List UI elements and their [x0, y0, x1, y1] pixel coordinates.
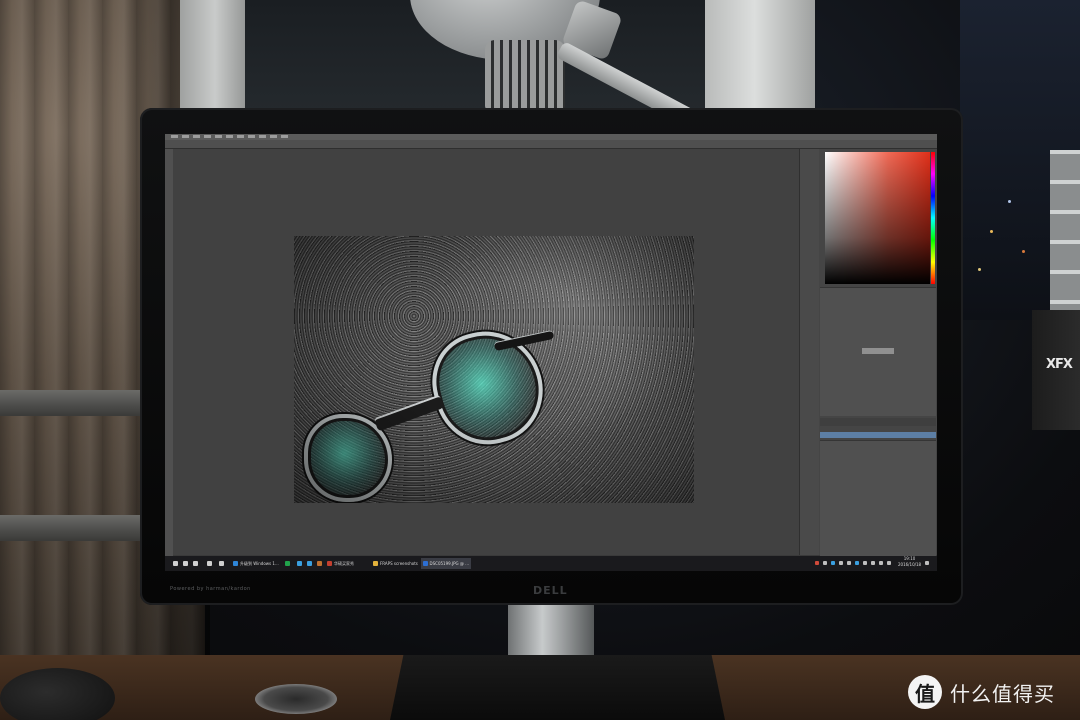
taskbar-app-icon: [423, 561, 428, 566]
city-light: [1008, 200, 1011, 203]
desk-lamp-vent: [485, 40, 565, 110]
layers-panel-tabs[interactable]: [820, 418, 936, 426]
photoshop-options-bar: [165, 140, 937, 149]
taskbar-app-icon: [307, 561, 312, 566]
taskbar-app-icon: [183, 561, 188, 566]
monitor-logo: DELL: [533, 584, 568, 597]
taskbar-app-icon: [285, 561, 290, 566]
tray-volume-icon[interactable]: [887, 561, 891, 565]
photoshop-collapsed-panels[interactable]: [799, 149, 820, 555]
notification-center-icon[interactable]: [925, 561, 929, 565]
city-light: [990, 230, 993, 233]
taskbar-item-label: 升级到 Windows 1...: [240, 560, 279, 566]
taskbar-item[interactable]: [283, 558, 293, 569]
watermark-logo-icon: 值: [908, 675, 942, 709]
document-photo: [294, 236, 694, 503]
taskbar-item[interactable]: [315, 558, 325, 569]
taskbar-item[interactable]: [191, 558, 201, 569]
taskbar-app-icon: [317, 561, 322, 566]
photoshop-menu-items: [171, 135, 291, 138]
tray-app-icon[interactable]: [831, 561, 835, 565]
layers-panel: [820, 440, 936, 556]
monitor-speaker-brand: Powered by harman/kardon: [170, 586, 251, 592]
tray-printer-icon[interactable]: [871, 561, 875, 565]
window-frame-right: [705, 0, 815, 110]
router-logo: XFX: [1046, 357, 1073, 372]
color-picker-field[interactable]: [825, 152, 930, 284]
desk-cable-grommet: [255, 684, 337, 714]
taskbar-item-label: DSC05199.JPG @ ...: [429, 561, 469, 566]
taskbar-item[interactable]: [171, 558, 181, 569]
creative-cloud-icon: [862, 348, 894, 354]
monitor-screen: 升级到 Windows 1... 华硕买家秀 FRAPS screenshots DS…: [165, 134, 937, 571]
rack-shelf: [1050, 150, 1080, 310]
taskbar-item[interactable]: FRAPS screenshots: [371, 558, 423, 569]
taskbar-clock[interactable]: 19:10 2016/10/18: [898, 556, 921, 568]
taskbar-item[interactable]: 升级到 Windows 1...: [231, 558, 283, 569]
taskbar-item[interactable]: [205, 558, 215, 569]
city-light: [978, 268, 981, 271]
taskbar-app-icon: [327, 561, 332, 566]
clock-date: 2016/10/18: [898, 562, 922, 567]
watermark: 值 什么值得买: [908, 674, 1055, 710]
watermark-text: 什么值得买: [950, 681, 1055, 706]
tray-shield-icon[interactable]: [839, 561, 843, 565]
taskbar-item-label: 华硕买家秀: [334, 560, 354, 566]
photo-vignette: [294, 236, 694, 503]
city-light: [1022, 250, 1025, 253]
taskbar-item[interactable]: [217, 558, 227, 569]
tray-network-icon[interactable]: [823, 561, 827, 565]
taskbar-item[interactable]: [181, 558, 191, 569]
tray-sync-icon[interactable]: [855, 561, 859, 565]
photo-scene: XFX Powered by harman/kardon DELL 升级到 Wi…: [0, 0, 1080, 720]
mouse: [0, 668, 115, 720]
photoshop-toolbar: [165, 149, 173, 556]
tray-onedrive-icon[interactable]: [847, 561, 851, 565]
taskbar-app-icon: [207, 561, 212, 566]
taskbar-app-icon: [297, 561, 302, 566]
tray-wifi-icon[interactable]: [879, 561, 883, 565]
selected-layer-row[interactable]: [820, 432, 936, 438]
taskbar-app-icon: [173, 561, 178, 566]
taskbar-app-icon: [219, 561, 224, 566]
taskbar-item-label: FRAPS screenshots: [380, 561, 418, 566]
taskbar-item[interactable]: 华硕买家秀: [325, 558, 371, 569]
photoshop-canvas-area: [173, 149, 799, 555]
tray-chat-icon[interactable]: [863, 561, 867, 565]
monitor-stand-base: [390, 655, 725, 720]
radiator-rail-upper: [0, 390, 150, 416]
radiator-rail-lower: [0, 515, 150, 541]
taskbar-item[interactable]: [305, 558, 315, 569]
taskbar-item[interactable]: [295, 558, 305, 569]
taskbar-app-icon: [193, 561, 198, 566]
taskbar-app-icon: [233, 561, 238, 566]
tray-alert-icon[interactable]: [815, 561, 819, 565]
taskbar-app-icon: [373, 561, 378, 566]
taskbar-item[interactable]: DSC05199.JPG @ ...: [421, 558, 471, 569]
hue-slider[interactable]: [931, 152, 935, 284]
